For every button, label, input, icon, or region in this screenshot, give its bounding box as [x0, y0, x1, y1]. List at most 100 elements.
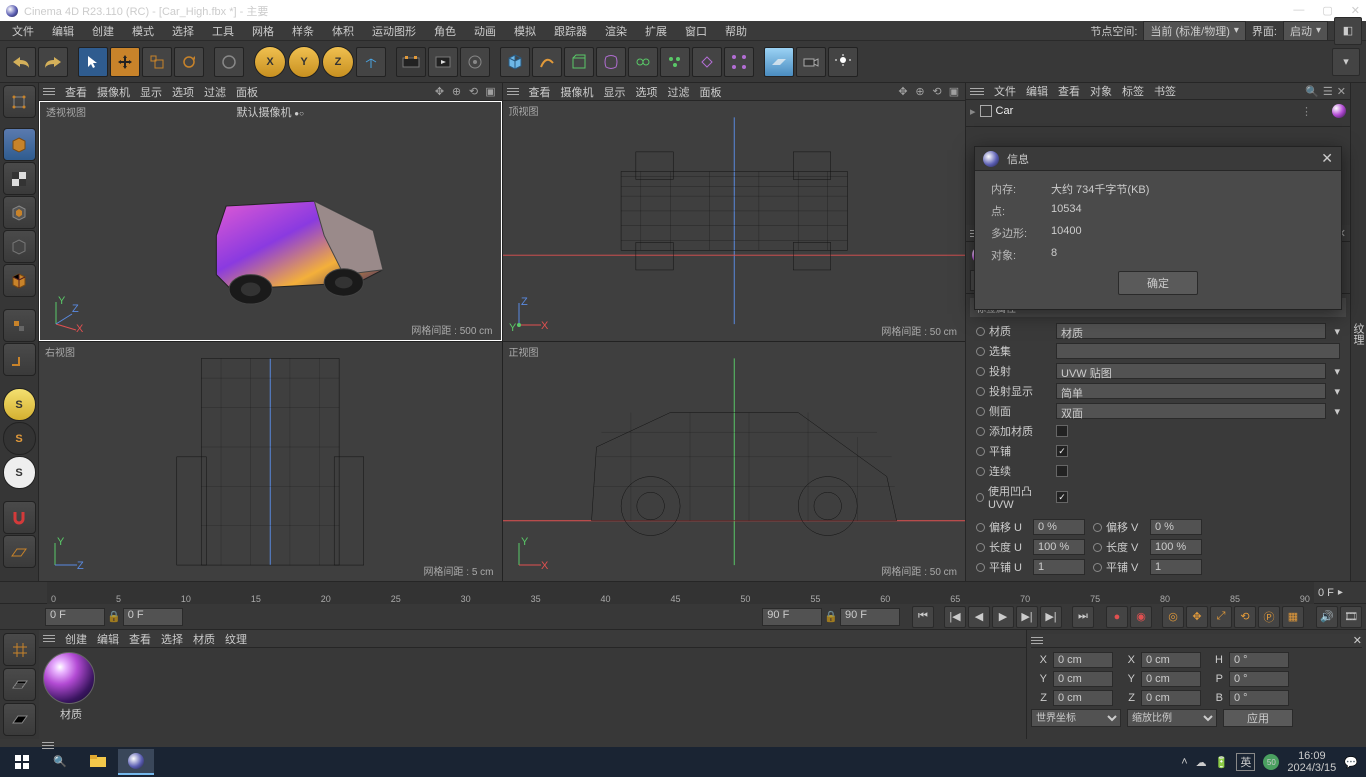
menu-spline[interactable]: 样条: [284, 21, 322, 41]
edge-mode[interactable]: [3, 264, 36, 297]
key-param[interactable]: Ⓟ: [1258, 606, 1280, 628]
menu-volume[interactable]: 体积: [324, 21, 362, 41]
nodespace-combo[interactable]: 当前 (标准/物理)▾: [1143, 21, 1245, 41]
prev-frame[interactable]: ◀: [968, 606, 990, 628]
grid-icon-2[interactable]: [3, 668, 36, 701]
select-tool[interactable]: [78, 47, 108, 77]
goto-end[interactable]: ⏭: [1072, 606, 1094, 628]
field[interactable]: [628, 47, 658, 77]
time-to[interactable]: 90 F: [762, 608, 822, 626]
magnet-tool[interactable]: [3, 501, 36, 534]
texture-mode[interactable]: [3, 162, 36, 195]
coord-scale-select[interactable]: 缩放比例: [1127, 709, 1217, 727]
menu-tracker[interactable]: 跟踪器: [546, 21, 595, 41]
render-queue[interactable]: [460, 47, 490, 77]
menu-file[interactable]: 文件: [4, 21, 42, 41]
deformer[interactable]: [596, 47, 626, 77]
vp-zoom-icon[interactable]: ⊕: [450, 85, 464, 99]
tray-cloud-icon[interactable]: ☁: [1196, 756, 1207, 769]
scene-obj[interactable]: [660, 47, 690, 77]
menu-mesh[interactable]: 网格: [244, 21, 282, 41]
lock-end-icon[interactable]: 🔒: [824, 610, 838, 623]
workplane[interactable]: [3, 535, 36, 568]
menu-animation[interactable]: 动画: [466, 21, 504, 41]
generator[interactable]: [564, 47, 594, 77]
play[interactable]: ▶: [992, 606, 1014, 628]
camera-obj[interactable]: [692, 47, 722, 77]
axis-y[interactable]: Y: [288, 46, 320, 78]
info-close-button[interactable]: ✕: [1321, 150, 1333, 167]
key-pos[interactable]: ✥: [1186, 606, 1208, 628]
filter-icon[interactable]: ☰: [1323, 85, 1333, 98]
vp-rotate-icon[interactable]: ⟲: [467, 85, 481, 99]
render-settings[interactable]: [396, 47, 426, 77]
axis-z[interactable]: Z: [322, 46, 354, 78]
material-thumbnail[interactable]: 材质: [43, 652, 99, 735]
menu-create[interactable]: 创建: [84, 21, 122, 41]
spline-primitive[interactable]: [532, 47, 562, 77]
last-tool[interactable]: [214, 47, 244, 77]
snap-s2[interactable]: S: [3, 422, 36, 455]
tray-notifications[interactable]: 💬: [1344, 756, 1358, 769]
timeline-ruler[interactable]: 051015202530354045505560657075808590 0 F…: [0, 581, 1366, 603]
coord-space-select[interactable]: 世界坐标: [1031, 709, 1121, 727]
ui-combo[interactable]: 启动▾: [1283, 21, 1328, 41]
menu-tools[interactable]: 工具: [204, 21, 242, 41]
enable-axis[interactable]: [3, 309, 36, 342]
menu-window[interactable]: 窗口: [677, 21, 715, 41]
tray-up-icon[interactable]: ˄: [1181, 756, 1187, 768]
tray-ime[interactable]: 英: [1236, 753, 1255, 771]
menu-mograph[interactable]: 运动图形: [364, 21, 424, 41]
close-panel-icon[interactable]: ✕: [1337, 85, 1346, 98]
menu-help[interactable]: 帮助: [717, 21, 755, 41]
apply-button[interactable]: 应用: [1223, 709, 1293, 727]
redo-button[interactable]: [38, 47, 68, 77]
time-end[interactable]: 90 F: [840, 608, 900, 626]
max-button[interactable]: ▢: [1322, 4, 1332, 17]
close-button[interactable]: ✕: [1351, 4, 1360, 17]
light-tool[interactable]: [828, 47, 858, 77]
prev-key[interactable]: |◀: [944, 606, 966, 628]
snap-s3[interactable]: S: [3, 456, 36, 489]
tray-clock[interactable]: 16:092024/3/15: [1287, 750, 1336, 774]
key-pla[interactable]: ▦: [1282, 606, 1304, 628]
taskbar-c4d[interactable]: [118, 749, 154, 775]
camera-tool[interactable]: [796, 47, 826, 77]
make-editable[interactable]: [3, 85, 36, 118]
lock-start-icon[interactable]: 🔒: [107, 610, 121, 623]
object-name[interactable]: Car: [996, 105, 1014, 117]
tray-battery-icon[interactable]: 🔋: [1215, 756, 1229, 769]
viewport-perspective[interactable]: 透视视图 默认摄像机 ●○ YXZ 网格间距 : 500 cm: [39, 101, 502, 341]
scale-tool[interactable]: [142, 47, 172, 77]
menu-simulate[interactable]: 模拟: [506, 21, 544, 41]
viewport-right[interactable]: 右视图 YZ 网格间距 : 5 cm: [39, 342, 502, 582]
layout-button[interactable]: ◧: [1334, 17, 1362, 45]
render-view[interactable]: [428, 47, 458, 77]
right-tab-strip[interactable]: 纹理内容浏览器: [1350, 83, 1366, 581]
taskbar-explorer[interactable]: [80, 749, 116, 775]
key-selection[interactable]: ◎: [1162, 606, 1184, 628]
palette-menu[interactable]: ▾: [1332, 48, 1360, 76]
menu-select[interactable]: 选择: [164, 21, 202, 41]
menu-character[interactable]: 角色: [426, 21, 464, 41]
menu-render[interactable]: 渲染: [597, 21, 635, 41]
vp-max-icon[interactable]: ▣: [484, 85, 498, 99]
floor-obj[interactable]: [764, 47, 794, 77]
sound-icon[interactable]: 🔊: [1316, 606, 1338, 628]
film-icon[interactable]: 🎞: [1340, 606, 1362, 628]
min-button[interactable]: —: [1293, 4, 1304, 17]
undo-button[interactable]: [6, 47, 36, 77]
record[interactable]: ●: [1106, 606, 1128, 628]
info-ok-button[interactable]: 确定: [1118, 271, 1198, 295]
key-scale[interactable]: ⤢: [1210, 606, 1232, 628]
menu-extensions[interactable]: 扩展: [637, 21, 675, 41]
menu-mode[interactable]: 模式: [124, 21, 162, 41]
light-obj[interactable]: [724, 47, 754, 77]
key-rot[interactable]: ⟲: [1234, 606, 1256, 628]
expand-icon[interactable]: ▸: [970, 105, 976, 118]
coord-system[interactable]: [356, 47, 386, 77]
time-from[interactable]: 0 F: [123, 608, 183, 626]
start-button[interactable]: [4, 749, 40, 775]
grid-icon-3[interactable]: [3, 703, 36, 736]
viewport-top[interactable]: 顶视图 ZXY 网格间距 : 50 cm: [503, 101, 966, 341]
